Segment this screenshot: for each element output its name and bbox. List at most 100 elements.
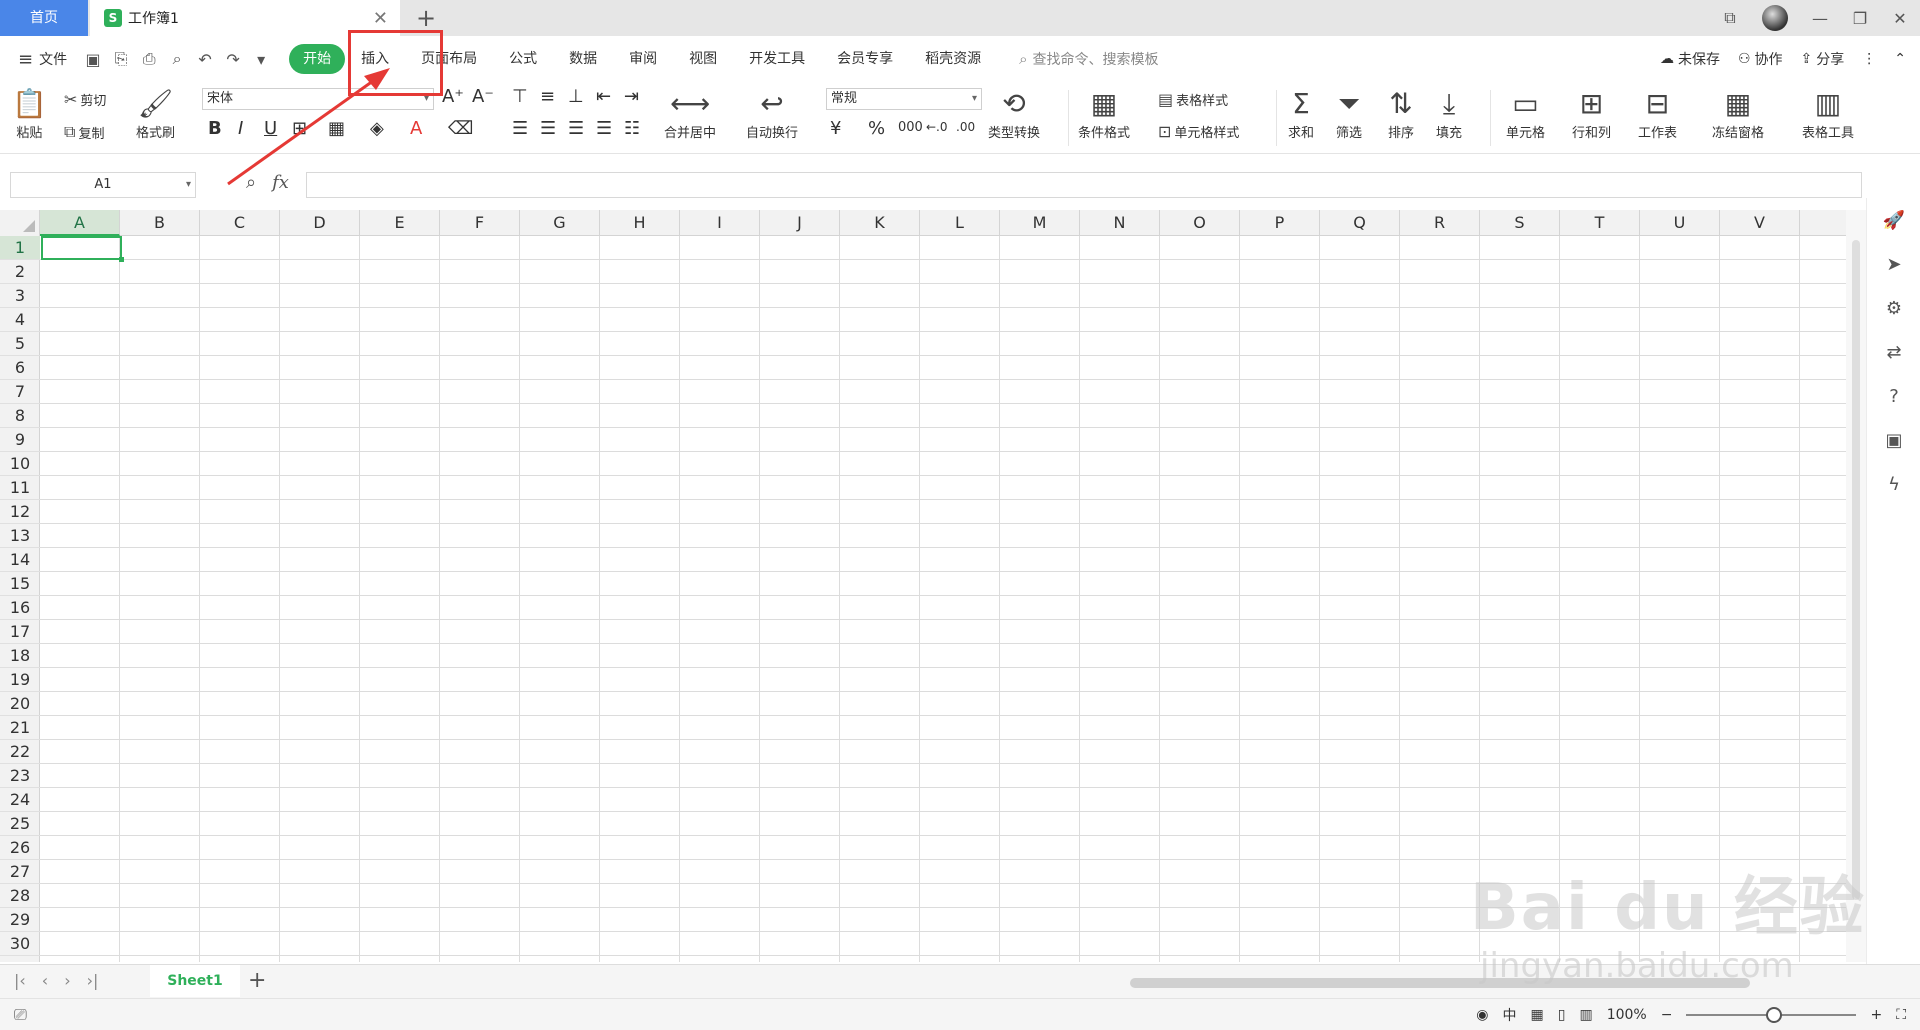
zoom-out-icon[interactable]: − [1661, 1007, 1673, 1023]
prev-sheet-icon[interactable]: ‹ [42, 971, 48, 990]
number-format-select[interactable]: 常规 ▾ [826, 88, 982, 110]
sum-button[interactable]: Σ 求和 [1288, 86, 1314, 141]
select-all-corner[interactable] [0, 210, 40, 236]
cell-fill-icon[interactable]: ▦ [328, 118, 345, 139]
font-color-icon[interactable]: A [410, 118, 422, 139]
fill-color-icon[interactable]: ◈ [370, 118, 384, 139]
column-header-n[interactable]: N [1080, 210, 1160, 236]
close-window-icon[interactable]: ✕ [1880, 9, 1920, 28]
decrease-font-icon[interactable]: A⁻ [472, 86, 494, 107]
row-header-13[interactable]: 13 [0, 524, 40, 548]
cell-button[interactable]: ▭ 单元格 [1506, 86, 1545, 141]
row-header-15[interactable]: 15 [0, 572, 40, 596]
filter-button[interactable]: ⏷ 筛选 [1336, 86, 1362, 141]
column-header-b[interactable]: B [120, 210, 200, 236]
tab-formulas[interactable]: 公式 [493, 44, 553, 74]
macro-record-icon[interactable]: ⎚ [14, 1005, 27, 1025]
column-header-g[interactable]: G [520, 210, 600, 236]
collaborate-button[interactable]: 协作 [1755, 49, 1783, 69]
wrap-text-button[interactable]: ↩ 自动换行 [746, 86, 798, 141]
help-icon[interactable]: ? [1882, 386, 1906, 407]
decrease-indent-icon[interactable]: ⇤ [596, 86, 611, 107]
tab-member[interactable]: 会员专享 [821, 44, 909, 74]
increase-decimal-icon[interactable]: ←.0 [926, 120, 948, 134]
eye-protection-icon[interactable]: ◉ [1476, 1007, 1488, 1023]
thousands-icon[interactable]: 000 [898, 120, 923, 135]
freeze-panes-button[interactable]: ▦ 冻结窗格 [1712, 86, 1764, 141]
row-header-28[interactable]: 28 [0, 884, 40, 908]
image-tool-icon[interactable]: ▣ [1882, 430, 1906, 451]
underline-icon[interactable]: U [264, 118, 277, 139]
input-method-icon[interactable]: 中 [1503, 1005, 1517, 1025]
table-tools-button[interactable]: ▥ 表格工具 [1802, 86, 1854, 141]
formula-input[interactable] [306, 172, 1862, 198]
cursor-icon[interactable]: ➤ [1882, 254, 1906, 275]
print-icon[interactable]: ⎙ [135, 49, 163, 69]
row-header-9[interactable]: 9 [0, 428, 40, 452]
row-header-25[interactable]: 25 [0, 812, 40, 836]
settings-sliders-icon[interactable]: ⚙ [1882, 298, 1906, 319]
merge-center-button[interactable]: ⟷ 合并居中 [664, 86, 716, 141]
type-convert-button[interactable]: ⟲ 类型转换 [988, 86, 1040, 141]
undo-icon[interactable]: ↶ [191, 50, 219, 69]
share-button[interactable]: 分享 [1816, 49, 1844, 69]
zoom-slider-knob[interactable] [1766, 1007, 1783, 1023]
increase-indent-icon[interactable]: ⇥ [624, 86, 639, 107]
tab-home[interactable]: 开始 [289, 44, 346, 74]
close-tab-icon[interactable]: ✕ [373, 8, 388, 29]
clear-format-icon[interactable]: ⌫ [448, 118, 473, 139]
next-sheet-icon[interactable]: › [64, 971, 70, 990]
row-header-16[interactable]: 16 [0, 596, 40, 620]
row-header-7[interactable]: 7 [0, 380, 40, 404]
row-header-5[interactable]: 5 [0, 332, 40, 356]
add-sheet-button[interactable]: + [248, 968, 266, 993]
align-right-icon[interactable]: ☰ [568, 118, 584, 139]
customize-chevron-icon[interactable]: ▾ [247, 50, 275, 69]
column-header-l[interactable]: L [920, 210, 1000, 236]
column-header-m[interactable]: M [1000, 210, 1080, 236]
decrease-decimal-icon[interactable]: .00 [956, 120, 975, 134]
column-header-a[interactable]: A [40, 210, 120, 236]
name-box[interactable]: A1 ▾ [10, 172, 196, 198]
row-header-23[interactable]: 23 [0, 764, 40, 788]
row-header-12[interactable]: 12 [0, 500, 40, 524]
save-icon[interactable]: ▣ [79, 50, 107, 69]
cell-style-button[interactable]: ⊡ 单元格样式 [1158, 122, 1239, 141]
align-left-icon[interactable]: ☰ [512, 118, 528, 139]
lightning-icon[interactable]: ϟ [1882, 474, 1906, 495]
sort-button[interactable]: ⇅ 排序 [1388, 86, 1414, 141]
column-header-o[interactable]: O [1160, 210, 1240, 236]
print-preview-icon[interactable]: ⌕ [163, 49, 191, 69]
tab-review[interactable]: 审阅 [613, 44, 673, 74]
row-header-27[interactable]: 27 [0, 860, 40, 884]
fullscreen-icon[interactable]: ⛶ [1896, 1007, 1906, 1023]
unsaved-status[interactable]: 未保存 [1678, 49, 1720, 69]
row-header-11[interactable]: 11 [0, 476, 40, 500]
active-cell-a1[interactable] [41, 236, 124, 262]
last-sheet-icon[interactable]: ›| [87, 971, 99, 990]
column-header-t[interactable]: T [1560, 210, 1640, 236]
new-tab-button[interactable]: + [416, 4, 436, 32]
column-header-e[interactable]: E [360, 210, 440, 236]
row-header-1[interactable]: 1 [0, 236, 40, 260]
column-header-c[interactable]: C [200, 210, 280, 236]
italic-icon[interactable]: I [238, 118, 243, 139]
row-col-button[interactable]: ⊞ 行和列 [1572, 86, 1611, 141]
collapse-ribbon-icon[interactable]: ⌃ [1894, 51, 1906, 67]
row-header-17[interactable]: 17 [0, 620, 40, 644]
file-menu[interactable]: ≡ 文件 [18, 49, 67, 70]
row-header-14[interactable]: 14 [0, 548, 40, 572]
sheet-tab-sheet1[interactable]: Sheet1 [150, 965, 240, 997]
row-header-20[interactable]: 20 [0, 692, 40, 716]
row-header-6[interactable]: 6 [0, 356, 40, 380]
zoom-level[interactable]: 100% [1607, 1007, 1647, 1023]
export-pdf-icon[interactable]: ⎘ [107, 49, 135, 69]
cell-area[interactable] [40, 236, 1846, 962]
fill-button[interactable]: ⤓ 填充 [1436, 86, 1462, 141]
column-header-j[interactable]: J [760, 210, 840, 236]
normal-view-icon[interactable]: ▦ [1531, 1007, 1544, 1023]
align-middle-icon[interactable]: ≡ [540, 86, 555, 107]
format-painter-button[interactable]: 🖌 格式刷 [136, 86, 175, 141]
table-style-button[interactable]: ▤ 表格样式 [1158, 90, 1228, 109]
row-header-30[interactable]: 30 [0, 932, 40, 956]
